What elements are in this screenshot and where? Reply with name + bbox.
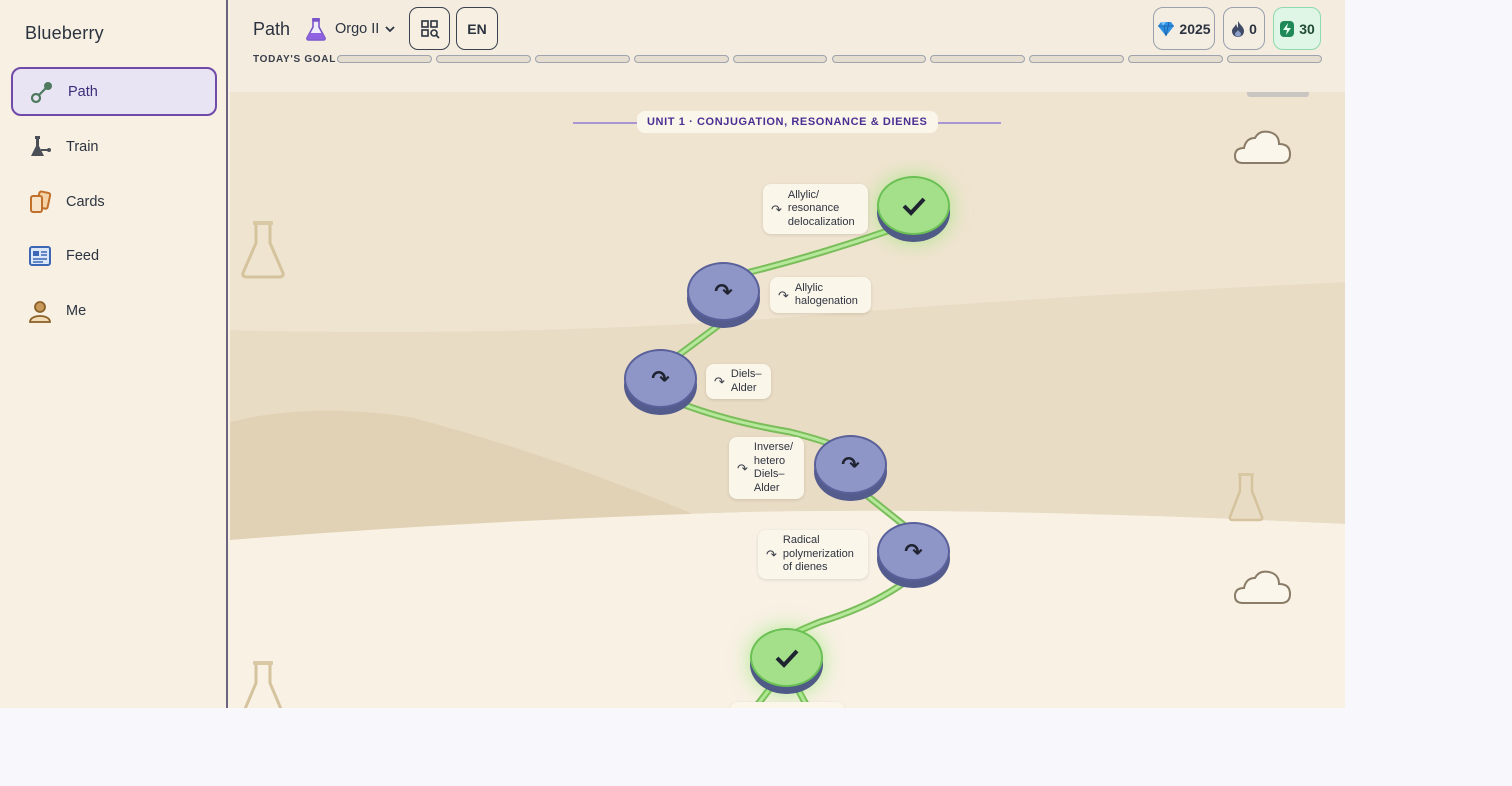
cloud-decoration-icon <box>1233 130 1292 164</box>
goal-segment <box>337 55 432 63</box>
sidebar-item-label: Me <box>66 302 87 319</box>
language-button[interactable]: EN <box>456 7 498 50</box>
me-icon <box>26 297 54 325</box>
train-icon <box>26 133 54 161</box>
sidebar-item-label: Path <box>68 83 98 100</box>
cloud-decoration-icon <box>1233 570 1292 604</box>
sidebar-item-label: Cards <box>66 193 105 210</box>
chevron-down-icon <box>385 26 395 33</box>
qr-scan-button[interactable] <box>409 7 450 50</box>
daily-goal-label: TODAY'S GOAL <box>253 54 337 65</box>
checkmark-icon <box>902 197 925 216</box>
course-selector[interactable]: Orgo II <box>305 16 397 42</box>
energy-counter: 30 <box>1273 7 1321 50</box>
sidebar-item-label: Feed <box>66 247 100 264</box>
lesson-node-completed[interactable] <box>750 628 823 694</box>
flask-icon <box>306 18 326 41</box>
gem-icon <box>1158 21 1175 36</box>
redo-arrow-icon: ↷ <box>651 365 670 391</box>
sidebar-item-feed[interactable]: Feed <box>11 231 217 280</box>
lesson-node-locked[interactable]: ↷ <box>877 522 950 588</box>
redo-arrow-icon: ↷ <box>904 538 923 564</box>
goal-segment <box>930 55 1026 63</box>
redo-arrow-icon: ↷ <box>714 278 733 304</box>
lesson-label[interactable]: ↷ Allylic halogenation <box>770 277 871 313</box>
sidebar-item-train[interactable]: Train <box>11 122 217 171</box>
lesson-node-locked[interactable]: ↷ <box>687 262 760 328</box>
gems-value: 2025 <box>1179 20 1211 37</box>
cards-icon <box>26 188 54 216</box>
brand-name: Blueberry <box>25 23 104 43</box>
page-title: Path <box>253 19 291 39</box>
unit-title: UNIT 1 · CONJUGATION, RESONANCE & DIENES <box>637 111 938 133</box>
lesson-label[interactable]: ↷ Diels–Alder <box>706 364 771 399</box>
flame-icon <box>1232 20 1245 37</box>
gems-counter: 2025 <box>1153 7 1215 50</box>
partial-element <box>1247 92 1309 97</box>
learning-path[interactable]: UNIT 1 · CONJUGATION, RESONANCE & DIENES <box>230 92 1345 708</box>
redo-arrow-icon: ↷ <box>771 201 782 217</box>
lesson-node-completed[interactable] <box>877 176 950 242</box>
sidebar-item-cards[interactable]: Cards <box>11 177 217 226</box>
goal-segment <box>435 55 531 63</box>
flask-decoration-icon <box>241 221 285 279</box>
redo-arrow-icon: ↷ <box>766 547 777 562</box>
redo-arrow-icon: ↷ <box>778 287 789 303</box>
energy-bolt-icon <box>1280 20 1295 37</box>
redo-arrow-icon: ↷ <box>737 460 748 476</box>
top-bar: Path Orgo II EN 2025 0 30 TODAY'S GOAL <box>230 0 1345 92</box>
lesson-node-locked[interactable]: ↷ <box>624 349 697 415</box>
sidebar-item-me[interactable]: Me <box>11 286 217 335</box>
goal-segment <box>534 55 630 63</box>
streak-counter: 0 <box>1223 7 1265 50</box>
redo-arrow-icon: ↷ <box>841 451 860 477</box>
goal-segment <box>1227 55 1322 63</box>
goal-segment <box>732 55 828 63</box>
goal-segment <box>1029 55 1125 63</box>
lesson-node-locked[interactable]: ↷ <box>814 435 887 501</box>
qr-scan-icon <box>420 19 440 39</box>
energy-value: 30 <box>1299 20 1315 37</box>
sidebar: Blueberry Path Train Cards Feed Me <box>0 0 228 708</box>
lesson-label[interactable] <box>730 702 845 708</box>
goal-segment <box>831 55 927 63</box>
redo-arrow-icon: ↷ <box>714 374 725 389</box>
lesson-label[interactable]: ↷ Radical polymerization of dienes <box>758 530 868 579</box>
app-window: Blueberry Path Train Cards Feed Me Path … <box>0 0 1345 708</box>
lesson-label[interactable]: ↷ Allylic/ resonance delocalization <box>763 184 868 234</box>
feed-icon <box>26 242 54 270</box>
flask-decoration-icon <box>1228 473 1264 522</box>
flask-decoration-icon <box>243 661 283 708</box>
lesson-label[interactable]: ↷ Inverse/ hetero Diels– Alder <box>729 437 804 499</box>
sidebar-item-path[interactable]: Path <box>11 67 217 116</box>
goal-segment <box>1128 55 1224 63</box>
course-name: Orgo II <box>335 21 380 37</box>
path-icon <box>28 78 56 106</box>
streak-value: 0 <box>1249 20 1257 37</box>
sidebar-item-label: Train <box>66 138 99 155</box>
checkmark-icon <box>775 649 798 668</box>
goal-segment <box>633 55 729 63</box>
